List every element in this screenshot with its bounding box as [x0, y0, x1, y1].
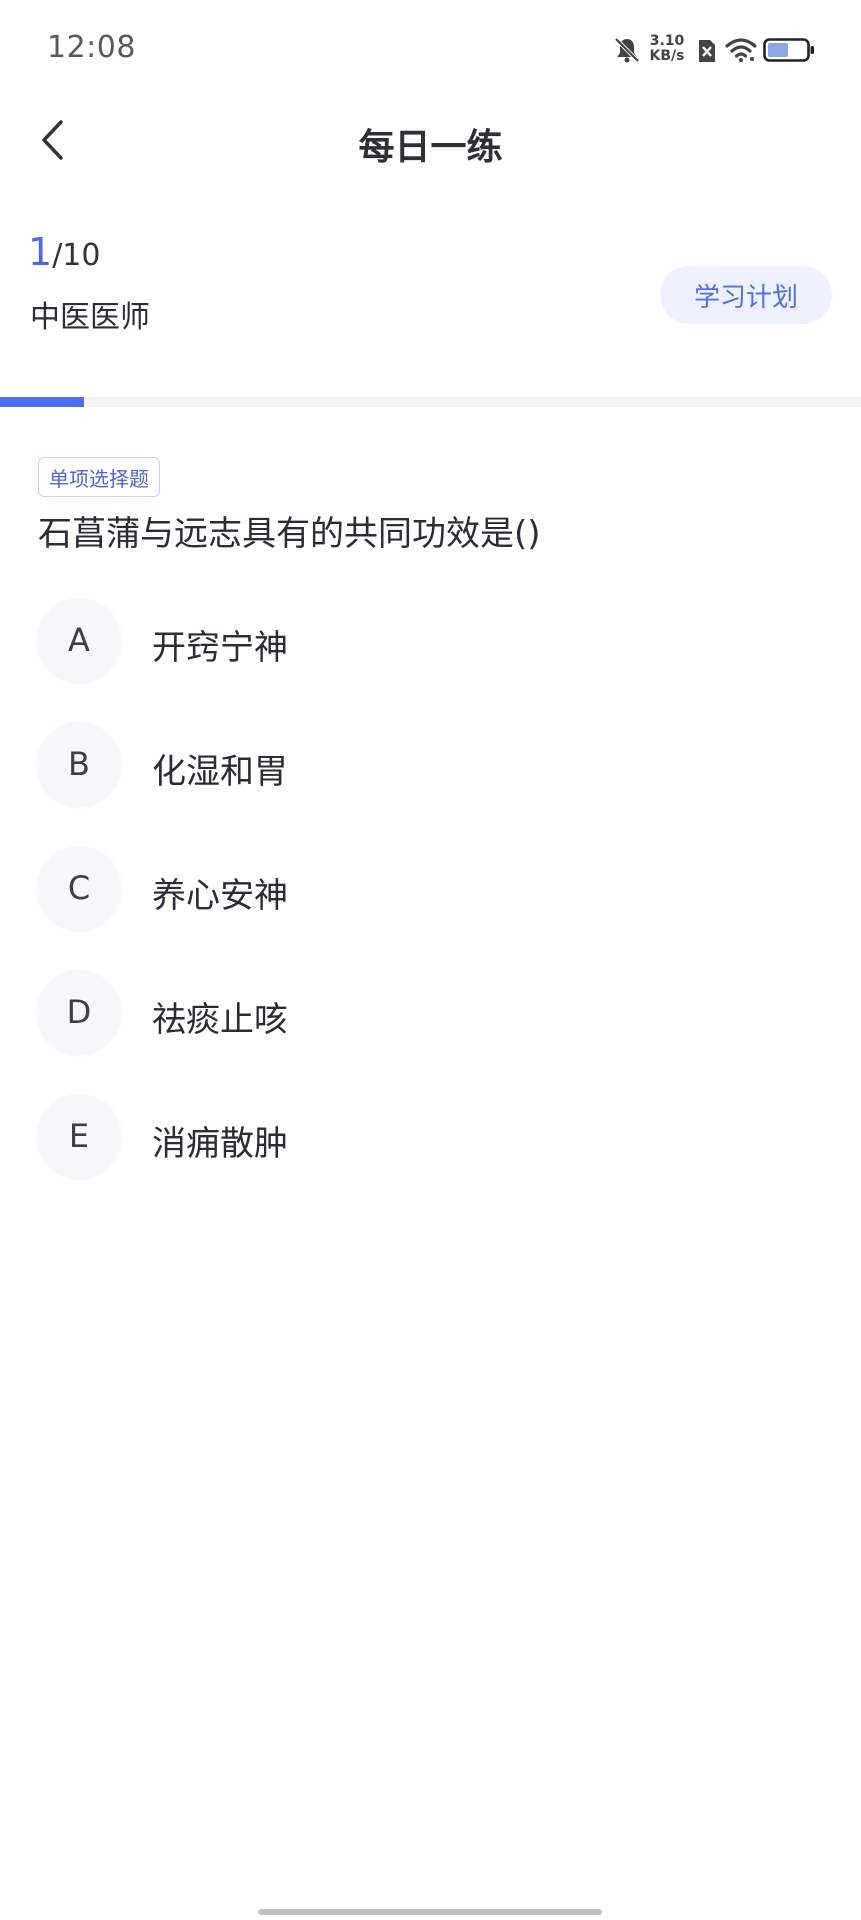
screen: 12:08 3.10 KB/s 每日一练 1/10 中医医师 学习计划 单项选择… — [0, 0, 861, 1920]
status-bar: 12:08 3.10 KB/s — [0, 0, 861, 100]
home-indicator[interactable] — [258, 1909, 602, 1915]
option-letter: D — [37, 970, 121, 1054]
option-text: 消痈散肿 — [152, 1124, 288, 1164]
net-speed-value: 3.10 — [649, 33, 685, 49]
study-plan-button[interactable]: 学习计划 — [660, 266, 832, 324]
progress-bar — [0, 397, 861, 407]
option-letter: E — [37, 1094, 121, 1178]
option-text: 化湿和胃 — [152, 752, 288, 792]
question-counter: 1/10 — [28, 230, 100, 274]
option-text: 祛痰止咳 — [152, 1000, 288, 1040]
status-time: 12:08 — [47, 30, 136, 65]
question-stem: 石菖蒲与远志具有的共同功效是() — [38, 514, 541, 554]
battery-icon — [763, 38, 814, 62]
net-speed-unit: KB/s — [649, 48, 685, 64]
option-e[interactable]: E 消痈散肿 — [0, 1086, 861, 1186]
option-c[interactable]: C 养心安神 — [0, 838, 861, 938]
option-d[interactable]: D 祛痰止咳 — [0, 962, 861, 1062]
option-letter: B — [37, 722, 121, 806]
status-icons: 3.10 KB/s — [613, 32, 814, 68]
net-speed: 3.10 KB/s — [647, 34, 687, 64]
nav-header: 每日一练 — [0, 100, 861, 180]
option-letter: A — [37, 598, 121, 682]
current-question-number: 1 — [28, 230, 53, 274]
bell-muted-icon — [614, 37, 640, 63]
page-title: 每日一练 — [358, 127, 503, 168]
total-questions: /10 — [52, 238, 101, 273]
option-a[interactable]: A 开窍宁神 — [0, 590, 861, 690]
wifi-icon — [725, 38, 757, 62]
option-letter: C — [37, 846, 121, 930]
option-text: 开窍宁神 — [152, 628, 288, 668]
question-type-badge: 单项选择题 — [38, 457, 160, 497]
option-text: 养心安神 — [152, 876, 288, 916]
sim-blocked-icon — [699, 40, 715, 62]
progress-bar-fill — [0, 397, 85, 407]
subject-name: 中医医师 — [30, 300, 150, 335]
option-b[interactable]: B 化湿和胃 — [0, 714, 861, 814]
